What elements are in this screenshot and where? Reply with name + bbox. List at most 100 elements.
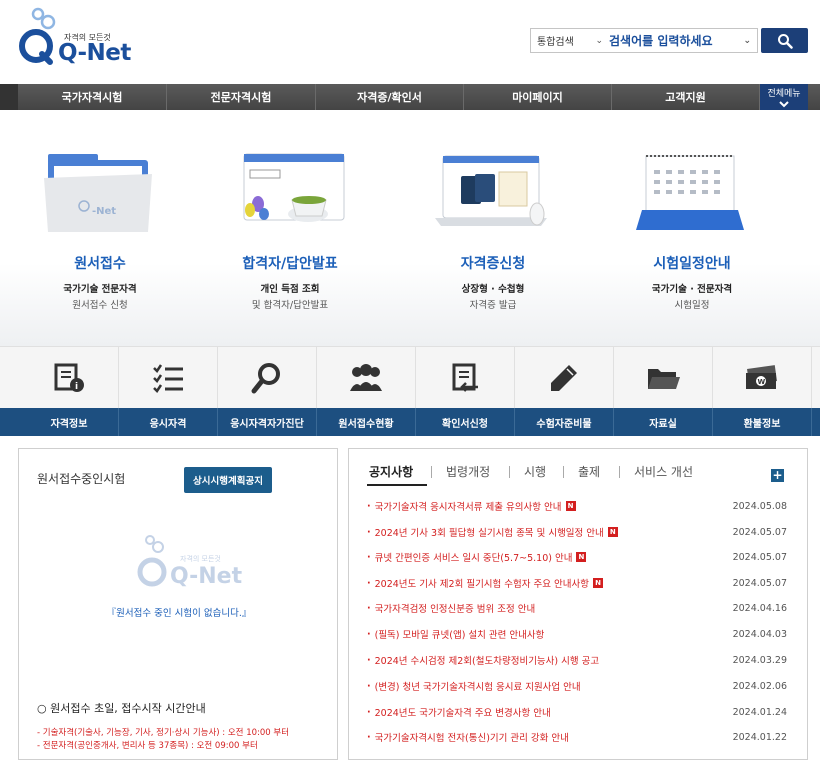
notice-title: 큐넷 간편인증 서비스 일시 중단(5.7~5.10) 안내: [374, 553, 573, 564]
document-return-icon: [452, 363, 478, 392]
quick-exam-supplies[interactable]: 수험자준비물: [515, 408, 614, 436]
tab-separator: [431, 466, 432, 478]
notice-item[interactable]: · 국가기술자격 응시자격서류 제출 유의사항 안내 N 2024.05.08: [367, 498, 787, 514]
tab-questions[interactable]: 출제: [578, 463, 600, 480]
tab-notices[interactable]: 공지사항: [369, 463, 413, 480]
bullet: ·: [367, 577, 371, 589]
chevron-down-icon: ⌄: [595, 35, 603, 46]
calendar-illustration-icon: [636, 155, 744, 230]
quick-confirmation-request[interactable]: 확인서신청: [416, 408, 515, 436]
bullet: ·: [367, 628, 371, 640]
quick-icon-self-check[interactable]: [218, 347, 317, 409]
watermark-tagline: 자격의 모든것: [180, 555, 221, 563]
quick-icon-eligibility[interactable]: [119, 347, 218, 409]
notice-title: 2024년 기사 3회 필답형 실기시험 종목 및 시행일정 안내: [374, 528, 604, 539]
quick-icon-application-status[interactable]: [317, 347, 416, 409]
notice-date: 2024.05.07: [732, 526, 787, 538]
notice-item[interactable]: · 2024년도 기사 제2회 필기시험 수험자 주요 안내사항 N 2024.…: [367, 575, 787, 591]
browser-illustration-icon: [243, 153, 345, 222]
new-badge: N: [607, 527, 618, 537]
tab-separator: [509, 466, 510, 478]
all-menu-button[interactable]: 전체메뉴: [760, 84, 808, 110]
money-icon: W: [746, 365, 777, 389]
nav-professional-exam[interactable]: 전문자격시험: [167, 84, 316, 110]
search-input[interactable]: 검색어를 입력하세요 ⌄: [609, 32, 757, 49]
feature-subtitle: 국가기술 · 전문자격: [651, 284, 733, 295]
regular-exam-notice-button[interactable]: 상시시행계획공지: [184, 467, 272, 493]
feature-title: 시험일정안내: [653, 256, 731, 272]
search-box: 통합검색 ⌄ 검색어를 입력하세요 ⌄: [530, 28, 758, 53]
quick-self-check[interactable]: 응시자격자가진단: [218, 408, 317, 436]
new-badge: N: [593, 578, 604, 588]
nav-left-cap: [0, 84, 18, 110]
notice-title: (변경) 청년 국가기술자격시험 응시료 지원사업 안내: [374, 682, 581, 693]
header: 자격의 모든것 Q-Net 통합검색 ⌄ 검색어를 입력하세요 ⌄: [0, 0, 820, 84]
all-menu-label: 전체메뉴: [767, 89, 801, 99]
quick-archive[interactable]: 자료실: [614, 408, 713, 436]
quick-qualification-info[interactable]: 자격정보: [20, 408, 119, 436]
notice-item[interactable]: · 국가자격검정 인정신분증 범위 조정 안내 2024.04.16: [367, 600, 787, 616]
quick-menu: i W 자격정보 응시자격 응시자격자가진단 원서접수현황 확인서신청 수험자준…: [0, 346, 820, 436]
feature-description: 원서접수 신청: [72, 300, 128, 311]
notice-item[interactable]: · (변경) 청년 국가기술자격시험 응시료 지원사업 안내 2024.02.0…: [367, 678, 787, 694]
notice-item[interactable]: · 2024년 수시검정 제2회(철도차량정비기능사) 시행 공고 2024.0…: [367, 652, 787, 668]
bullet: ·: [367, 731, 371, 743]
feature-application[interactable]: -Net 원서접수 국가기술 전문자격 원서접수 신청: [0, 110, 200, 346]
notice-item[interactable]: · 2024년 기사 3회 필답형 실기시험 종목 및 시행일정 안내 N 20…: [367, 524, 787, 540]
notice-date: 2024.05.07: [732, 577, 787, 589]
quick-refund[interactable]: 환불정보: [713, 408, 812, 436]
bullet: ·: [367, 602, 371, 614]
notice-item[interactable]: · 국가기술자격시험 전자(통신)기기 관리 강화 안내 2024.01.22: [367, 729, 787, 745]
folder-icon: [648, 369, 680, 389]
qnet-logo[interactable]: 자격의 모든것 Q-Net: [16, 4, 131, 68]
nav-support[interactable]: 고객지원: [612, 84, 760, 110]
notice-item[interactable]: · 2024년도 국가기술자격 주요 변경사항 안내 2024.01.24: [367, 704, 787, 720]
nav-certificate[interactable]: 자격증/확인서: [316, 84, 464, 110]
nav-mypage[interactable]: 마이페이지: [464, 84, 612, 110]
quick-icon-archive[interactable]: [614, 347, 713, 409]
tab-service-improvement[interactable]: 서비스 개선: [634, 463, 693, 480]
tab-implementation[interactable]: 시행: [524, 463, 546, 480]
more-button[interactable]: +: [771, 469, 784, 482]
feature-schedule[interactable]: 시험일정안내 국가기술 · 전문자격 시험일정: [592, 110, 792, 346]
open-applications-panel: 원서접수중인시험 상시시행계획공지 자격의 모든것 Q-Net 『원서접수 중인…: [18, 448, 338, 760]
search-scope-select[interactable]: 통합검색 ⌄: [531, 29, 609, 52]
bullet: ·: [367, 654, 371, 666]
bullet: ·: [367, 526, 371, 538]
magnifier-icon: [251, 363, 280, 394]
notice-date: 2024.05.07: [732, 551, 787, 563]
notice-title: 2024년도 기사 제2회 필기시험 수험자 주요 안내사항: [374, 579, 590, 590]
notice-title: 2024년 수시검정 제2회(철도차량정비기능사) 시행 공고: [374, 656, 600, 667]
info-doc-icon: i: [54, 363, 84, 392]
feature-title: 원서접수: [74, 256, 126, 272]
new-badge: N: [565, 501, 576, 511]
tab-separator: [619, 466, 620, 478]
notice-item[interactable]: · (필독) 모바일 큐넷(앱) 설치 관련 안내사항 2024.04.03: [367, 626, 787, 642]
feature-description: 자격증 발급: [469, 300, 517, 311]
svg-text:-Net: -Net: [92, 206, 116, 217]
quick-label-row: 자격정보 응시자격 응시자격자가진단 원서접수현황 확인서신청 수험자준비물 자…: [0, 408, 820, 436]
svg-text:W: W: [758, 378, 766, 386]
quick-icon-exam-supplies[interactable]: [515, 347, 614, 409]
tab-law-revision[interactable]: 법령개정: [446, 463, 490, 480]
notice-date: 2024.05.08: [732, 500, 787, 512]
bullet: ·: [367, 706, 371, 718]
chevron-down-icon: ⌄: [743, 35, 751, 46]
folder-illustration-icon: -Net: [44, 154, 152, 232]
notice-panel: 공지사항 법령개정 시행 출제 서비스 개선 + · 국가기술자격 응시자격서류…: [348, 448, 808, 760]
quick-application-status[interactable]: 원서접수현황: [317, 408, 416, 436]
quick-icon-refund[interactable]: W: [713, 347, 812, 409]
logo-wordmark: Q-Net: [58, 40, 131, 66]
search-button[interactable]: [761, 28, 808, 53]
search-placeholder: 검색어를 입력하세요: [609, 34, 713, 48]
notice-item[interactable]: · 큐넷 간편인증 서비스 일시 중단(5.7~5.10) 안내 N 2024.…: [367, 549, 787, 565]
feature-certificate[interactable]: 자격증신청 상장형 · 수첩형 자격증 발급: [393, 110, 593, 346]
notice-date: 2024.04.03: [732, 628, 787, 640]
new-badge: N: [576, 552, 587, 562]
nav-national-exam[interactable]: 국가자격시험: [18, 84, 167, 110]
quick-icon-qualification-info[interactable]: i: [20, 347, 119, 409]
main-nav: 국가자격시험 전문자격시험 자격증/확인서 마이페이지 고객지원: [0, 84, 820, 110]
quick-eligibility[interactable]: 응시자격: [119, 408, 218, 436]
quick-icon-confirmation-request[interactable]: [416, 347, 515, 409]
feature-results[interactable]: 합격자/답안발표 개인 득점 조회 및 합격자/답안발표: [190, 110, 390, 346]
